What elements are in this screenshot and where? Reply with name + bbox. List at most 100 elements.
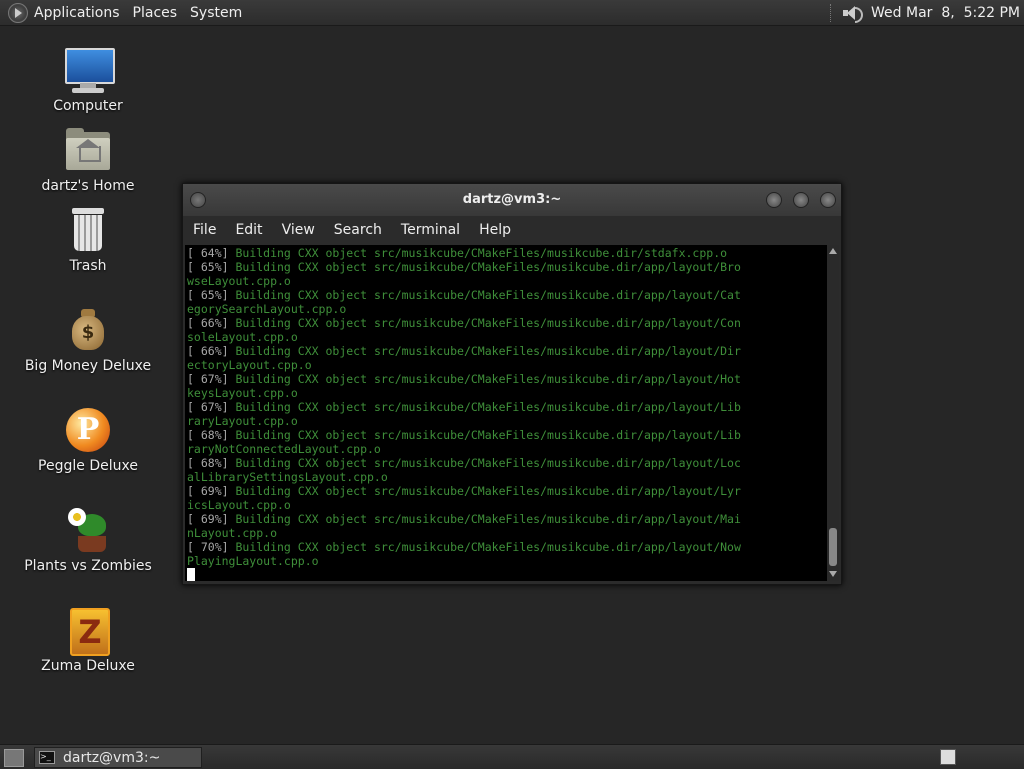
desktop-icon-zuma[interactable]: Z Zuma Deluxe	[18, 606, 158, 674]
minimize-button[interactable]	[766, 192, 782, 208]
terminal-line-progress: [ 66%]	[187, 316, 229, 330]
terminal-line-progress: [ 65%]	[187, 288, 229, 302]
terminal-line: PlayingLayout.cpp.o	[187, 554, 827, 568]
menu-view[interactable]: View	[282, 222, 315, 238]
terminal-scrollbar[interactable]	[827, 245, 839, 581]
terminal-line: nLayout.cpp.o	[187, 526, 827, 540]
terminal-lines: [ 64%] Building CXX object src/musikcube…	[185, 245, 827, 568]
terminal-line: [ 69%] Building CXX object src/musikcube…	[187, 484, 827, 498]
terminal-line: [ 65%] Building CXX object src/musikcube…	[187, 260, 827, 274]
main-menu-logo-icon[interactable]	[8, 2, 28, 23]
terminal-line-text: Building CXX object src/musikcube/CMakeF…	[228, 400, 741, 414]
show-desktop-icon[interactable]	[4, 749, 24, 767]
terminal-line: soleLayout.cpp.o	[187, 330, 827, 344]
terminal-line: [ 64%] Building CXX object src/musikcube…	[187, 246, 827, 260]
panel-separator	[830, 3, 833, 22]
terminal-line: raryNotConnectedLayout.cpp.o	[187, 442, 827, 456]
window-title: dartz@vm3:~	[462, 192, 562, 207]
terminal-line-progress: [ 64%]	[187, 246, 229, 260]
desktop-icon-label: Trash	[69, 258, 107, 274]
scrollbar-thumb[interactable]	[829, 528, 837, 566]
terminal-line-progress: [ 70%]	[187, 540, 229, 554]
terminal-line: [ 70%] Building CXX object src/musikcube…	[187, 540, 827, 554]
zuma-icon: Z	[64, 606, 112, 656]
terminal-line: [ 68%] Building CXX object src/musikcube…	[187, 456, 827, 470]
taskbar-window-label: dartz@vm3:~	[63, 749, 161, 766]
terminal-line-text: Building CXX object src/musikcube/CMakeF…	[228, 540, 741, 554]
terminal-line: [ 67%] Building CXX object src/musikcube…	[187, 400, 827, 414]
bottom-panel: >_ dartz@vm3:~	[0, 744, 1024, 769]
desktop-icon-home[interactable]: dartz's Home	[18, 126, 158, 194]
terminal-line-text: keysLayout.cpp.o	[187, 386, 298, 400]
window-titlebar[interactable]: dartz@vm3:~	[183, 184, 841, 216]
desktop-icon-plants-vs-zombies[interactable]: Plants vs Zombies	[18, 506, 158, 574]
menu-search[interactable]: Search	[334, 222, 382, 238]
terminal-line-text: raryNotConnectedLayout.cpp.o	[187, 442, 381, 456]
workspace-switcher[interactable]	[940, 749, 956, 765]
desktop-icon-peggle[interactable]: P Peggle Deluxe	[18, 406, 158, 474]
menu-terminal[interactable]: Terminal	[401, 222, 460, 238]
desktop-icon-big-money[interactable]: $ Big Money Deluxe	[18, 306, 158, 374]
terminal-line-progress: [ 65%]	[187, 260, 229, 274]
terminal-line-text: alLibrarySettingsLayout.cpp.o	[187, 470, 388, 484]
terminal-line-text: Building CXX object src/musikcube/CMakeF…	[228, 428, 741, 442]
terminal-line-text: Building CXX object src/musikcube/CMakeF…	[228, 484, 741, 498]
terminal-line-text: Building CXX object src/musikcube/CMakeF…	[228, 512, 741, 526]
maximize-button[interactable]	[793, 192, 809, 208]
terminal-line: wseLayout.cpp.o	[187, 274, 827, 288]
trash-icon	[64, 206, 112, 254]
desktop-icon-trash[interactable]: Trash	[18, 206, 158, 274]
applications-menu[interactable]: Applications	[34, 5, 120, 21]
terminal-line-text: PlayingLayout.cpp.o	[187, 554, 319, 568]
scroll-down-arrow-icon[interactable]	[829, 571, 837, 577]
terminal-line-text: raryLayout.cpp.o	[187, 414, 298, 428]
terminal-line-text: Building CXX object src/musikcube/CMakeF…	[228, 456, 741, 470]
terminal-line-text: Building CXX object src/musikcube/CMakeF…	[228, 344, 741, 358]
desktop-icon-label: Computer	[53, 98, 123, 114]
menu-help[interactable]: Help	[479, 222, 511, 238]
menu-file[interactable]: File	[193, 222, 216, 238]
menu-edit[interactable]: Edit	[235, 222, 262, 238]
peggle-icon: P	[64, 406, 112, 454]
desktop-icon-computer[interactable]: Computer	[18, 46, 158, 114]
terminal-line-progress: [ 69%]	[187, 512, 229, 526]
terminal-line-progress: [ 67%]	[187, 372, 229, 386]
terminal-line-progress: [ 69%]	[187, 484, 229, 498]
places-menu[interactable]: Places	[133, 5, 178, 21]
desktop-icon-label: Peggle Deluxe	[38, 458, 138, 474]
terminal-menubar: File Edit View Search Terminal Help	[183, 216, 841, 244]
scroll-up-arrow-icon[interactable]	[829, 248, 837, 254]
terminal-line: raryLayout.cpp.o	[187, 414, 827, 428]
close-button[interactable]	[820, 192, 836, 208]
desktop-icon-label: Big Money Deluxe	[24, 358, 152, 374]
terminal-line: [ 67%] Building CXX object src/musikcube…	[187, 372, 827, 386]
terminal-line: ectoryLayout.cpp.o	[187, 358, 827, 372]
terminal-line: keysLayout.cpp.o	[187, 386, 827, 400]
terminal-line-progress: [ 67%]	[187, 400, 229, 414]
computer-icon	[64, 46, 115, 94]
terminal-line-text: egorySearchLayout.cpp.o	[187, 302, 347, 316]
system-menu[interactable]: System	[190, 5, 242, 21]
terminal-line-text: nLayout.cpp.o	[187, 526, 278, 540]
terminal-line: alLibrarySettingsLayout.cpp.o	[187, 470, 827, 484]
desktop-icon-label: Zuma Deluxe	[41, 658, 135, 674]
terminal-line-text: wseLayout.cpp.o	[187, 274, 291, 288]
volume-icon[interactable]	[841, 4, 864, 23]
terminal-line: [ 65%] Building CXX object src/musikcube…	[187, 288, 827, 302]
terminal-line-text: soleLayout.cpp.o	[187, 330, 298, 344]
terminal-icon: >_	[39, 751, 55, 764]
terminal-output[interactable]: [ 64%] Building CXX object src/musikcube…	[185, 245, 827, 581]
terminal-line-text: Building CXX object src/musikcube/CMakeF…	[228, 246, 728, 260]
terminal-line-progress: [ 66%]	[187, 344, 229, 358]
top-panel: Applications Places System Wed Mar 8, 5:…	[0, 0, 1024, 26]
terminal-line-text: Building CXX object src/musikcube/CMakeF…	[228, 260, 741, 274]
terminal-line: egorySearchLayout.cpp.o	[187, 302, 827, 316]
terminal-line-text: Building CXX object src/musikcube/CMakeF…	[228, 288, 741, 302]
terminal-line: icsLayout.cpp.o	[187, 498, 827, 512]
taskbar-window-button[interactable]: >_ dartz@vm3:~	[34, 747, 202, 768]
terminal-line: [ 69%] Building CXX object src/musikcube…	[187, 512, 827, 526]
clock[interactable]: Wed Mar 8, 5:22 PM	[871, 5, 1020, 21]
terminal-line: [ 68%] Building CXX object src/musikcube…	[187, 428, 827, 442]
terminal-line-text: icsLayout.cpp.o	[187, 498, 291, 512]
desktop-icon-label: Plants vs Zombies	[24, 558, 152, 574]
